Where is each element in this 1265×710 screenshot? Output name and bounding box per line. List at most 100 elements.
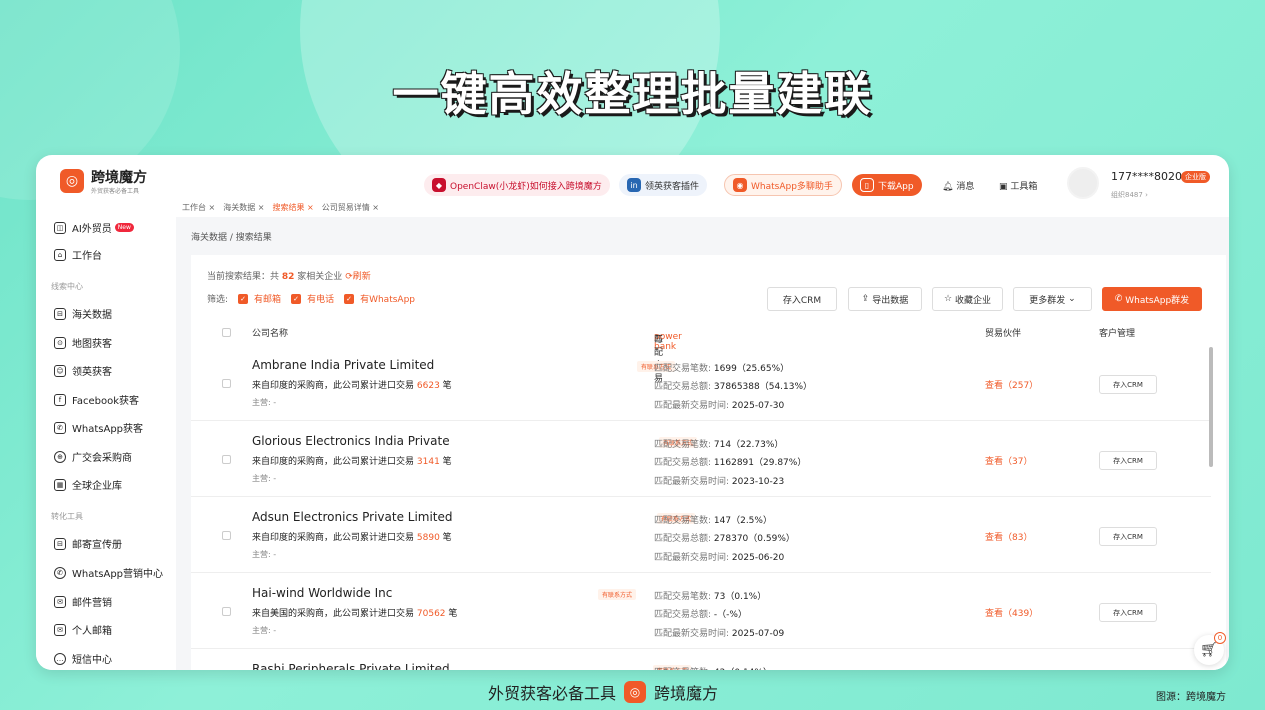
tab-workbench[interactable]: 工作台 ×	[182, 202, 215, 216]
col-company: 公司名称	[252, 329, 289, 339]
download-app-button[interactable]: ▯ 下载App	[852, 174, 922, 196]
table-row[interactable]: Rashi Peripherals Private Limited有联系方式匹配…	[191, 649, 1211, 670]
match-count: 匹配交易笔数: 42（0.14%）	[654, 665, 772, 670]
sidebar-item-customs[interactable]: ⊟ 海关数据	[54, 306, 112, 321]
company-name[interactable]: Rashi Peripherals Private Limited	[252, 662, 450, 670]
avatar[interactable]	[1067, 167, 1099, 199]
tab-customs[interactable]: 海关数据 ×	[223, 202, 264, 216]
close-icon[interactable]: ×	[372, 203, 379, 212]
match-total: 匹配交易总额: 1162891（29.87%）	[654, 458, 807, 468]
filter-email-checkbox[interactable]: ✓	[238, 293, 249, 304]
sidebar-item-personal-mail[interactable]: ✉ 个人邮箱	[54, 622, 112, 637]
company-name[interactable]: Glorious Electronics India Private	[252, 434, 450, 448]
export-button[interactable]: ⇪ 导出数据	[848, 287, 922, 311]
result-count: 82	[281, 272, 295, 282]
close-icon[interactable]: ×	[258, 203, 265, 212]
sidebar-item-workbench[interactable]: ⌂ 工作台	[54, 247, 102, 262]
brochure-icon: ⊟	[54, 537, 66, 550]
favorite-button[interactable]: ☆ 收藏企业	[932, 287, 1003, 311]
more-broadcast-dropdown[interactable]: 更多群发 ⌄	[1013, 287, 1092, 311]
edition-badge: 企业版	[1181, 171, 1210, 183]
customs-icon: ⊟	[54, 307, 66, 320]
company-desc: 来自印度的采购商，此公司累计进口交易 5890 笔	[252, 533, 452, 543]
match-count: 匹配交易笔数: 147（2.5%）	[654, 516, 772, 526]
view-partners-link[interactable]: 查看（257）	[985, 378, 1038, 391]
sidebar: ◫ AI外贸员 New ⌂ 工作台 线索中心 ⊟ 海关数据 ⊙ 地图获客 ☺ 领英获客 fF…	[36, 207, 176, 670]
filter-whatsapp-checkbox[interactable]: ✓	[344, 293, 355, 304]
whatsapp-broadcast-button[interactable]: ✆ WhatsApp群发	[1102, 287, 1202, 311]
sidebar-section-tools: 转化工具	[51, 512, 83, 521]
sidebar-item-whatsapp[interactable]: ✆ WhatsApp获客	[54, 420, 143, 435]
sidebar-item-wa-marketing[interactable]: ✆ WhatsApp营销中心	[54, 565, 163, 580]
sidebar-item-ai[interactable]: ◫ AI外贸员 New	[54, 220, 134, 235]
sidebar-item-brochure[interactable]: ⊟ 邮寄宣传册	[54, 536, 122, 551]
sidebar-item-sms[interactable]: … 短信中心	[54, 651, 112, 666]
company-name[interactable]: Hai-wind Worldwide Inc	[252, 586, 392, 600]
bell-icon: 🔔︎	[942, 182, 954, 192]
row-save-crm-button[interactable]: 存入CRM	[1099, 603, 1157, 622]
linkedin-plugin-link[interactable]: in 领英获客插件	[619, 174, 708, 196]
tab-search-results[interactable]: 搜索结果 ×	[273, 202, 314, 216]
row-checkbox[interactable]	[222, 455, 231, 464]
app-window: ◎ 跨境魔方 外贸获客必备工具 ◆ OpenClaw(小龙虾)如何接入跨境魔方 i…	[36, 155, 1229, 670]
toolbox-link[interactable]: ▣ 工具箱	[999, 179, 1037, 192]
company-name[interactable]: Ambrane India Private Limited	[252, 358, 434, 372]
globe-icon: ⊕	[54, 450, 66, 463]
close-icon[interactable]: ×	[209, 203, 216, 212]
sidebar-item-global[interactable]: ▦ 全球企业库	[54, 477, 122, 492]
col-partner: 贸易伙伴	[985, 329, 1022, 339]
user-phone[interactable]: 177****8020	[1111, 170, 1182, 183]
scrollbar[interactable]	[1209, 347, 1213, 467]
filter-phone-checkbox[interactable]: ✓	[291, 293, 302, 304]
openclaw-link[interactable]: ◆ OpenClaw(小龙虾)如何接入跨境魔方	[424, 174, 610, 196]
table-row[interactable]: Ambrane India Private Limited 有联系方式 来自印度的采…	[191, 345, 1211, 421]
view-partners-link[interactable]: 查看（439）	[985, 606, 1038, 619]
refresh-link[interactable]: ⟳刷新	[345, 272, 371, 282]
company-desc: 来自美国的采购商，此公司累计进口交易 70562 笔	[252, 609, 458, 619]
table-row[interactable]: Adsun Electronics Private Limited 有联系方式 来自…	[191, 497, 1211, 573]
chat-icon: ◉	[733, 178, 747, 192]
sms-icon: …	[54, 652, 66, 665]
match-total: 匹配交易总额: 37865388（54.13%）	[654, 382, 813, 392]
row-checkbox[interactable]	[222, 607, 231, 616]
company-main-business: 主营: -	[252, 474, 277, 483]
row-checkbox[interactable]	[222, 531, 231, 540]
sidebar-item-map[interactable]: ⊙ 地图获客	[54, 335, 112, 350]
facebook-icon: f	[54, 393, 66, 406]
company-name[interactable]: Adsun Electronics Private Limited	[252, 510, 453, 524]
chevron-down-icon: ⌄	[1068, 294, 1076, 304]
table-header: 公司名称 与 power bank 匹配交易 贸易伙伴 客户管理	[191, 320, 1226, 384]
cart-badge: 0	[1214, 632, 1226, 644]
tab-company-detail[interactable]: 公司贸易详情 ×	[322, 202, 379, 216]
company-main-business: 主营: -	[252, 398, 277, 407]
table-row[interactable]: Glorious Electronics India Private 有联系方式来…	[191, 421, 1211, 497]
view-partners-link[interactable]: 查看（37）	[985, 454, 1032, 467]
top-bar: ◎ 跨境魔方 外贸获客必备工具 ◆ OpenClaw(小龙虾)如何接入跨境魔方 i…	[36, 155, 1229, 207]
mail-send-icon: ✉	[54, 595, 66, 608]
row-checkbox[interactable]	[222, 379, 231, 388]
whatsapp-helper-link[interactable]: ◉ WhatsApp多聊助手	[724, 174, 842, 196]
company-main-business: 主营: -	[252, 550, 277, 559]
whatsapp-icon: ✆	[54, 421, 66, 434]
close-icon[interactable]: ×	[307, 203, 314, 212]
select-all-checkbox[interactable]	[222, 328, 231, 337]
brand-logo-icon[interactable]: ◎	[60, 169, 84, 193]
save-crm-button[interactable]: 存入CRM	[767, 287, 837, 311]
sidebar-item-email-marketing[interactable]: ✉ 邮件营销	[54, 594, 112, 609]
contact-tag: 有联系方式	[598, 589, 637, 600]
brand-name: 跨境魔方	[91, 170, 147, 186]
sidebar-item-facebook[interactable]: f Facebook获客	[54, 392, 139, 407]
home-icon: ⌂	[54, 248, 66, 261]
row-save-crm-button[interactable]: 存入CRM	[1099, 375, 1157, 394]
image-source: 图源：跨境魔方	[1156, 692, 1226, 703]
view-partners-link[interactable]: 查看（83）	[985, 530, 1032, 543]
messages-link[interactable]: 🔔︎ 消息	[942, 179, 974, 192]
row-save-crm-button[interactable]: 存入CRM	[1099, 451, 1157, 470]
org-selector[interactable]: 组织8487 ›	[1111, 190, 1148, 200]
row-save-crm-button[interactable]: 存入CRM	[1099, 527, 1157, 546]
sidebar-item-canton[interactable]: ⊕ 广交会采购商	[54, 449, 132, 464]
chevron-right-icon: ›	[1145, 191, 1148, 199]
table-row[interactable]: Hai-wind Worldwide Inc 有联系方式来自美国的采购商，此公司累…	[191, 573, 1211, 649]
sidebar-item-linkedin[interactable]: ☺ 领英获客	[54, 363, 112, 378]
sidebar-section-leads: 线索中心	[51, 282, 83, 291]
